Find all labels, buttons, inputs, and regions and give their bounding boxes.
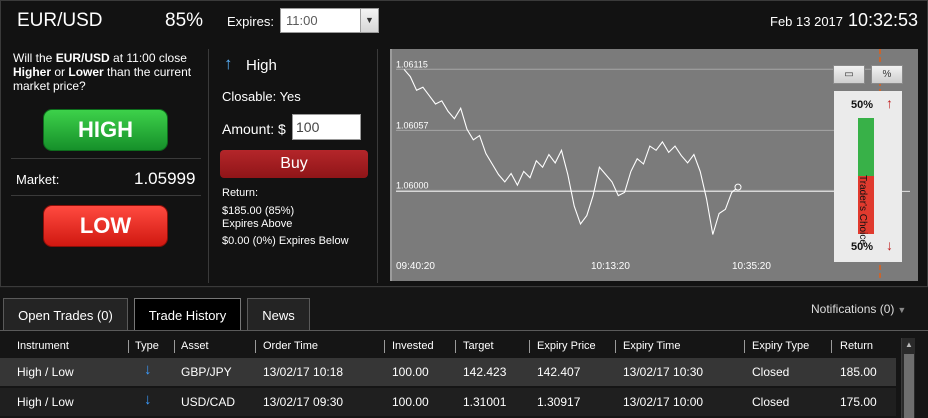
instrument-cell: High / Low: [17, 365, 74, 379]
column-separator: [255, 340, 256, 353]
target-cell: 142.423: [463, 365, 507, 379]
divider: [11, 158, 201, 159]
amount-input[interactable]: 100: [292, 114, 361, 140]
column-header: Expiry Type: [752, 340, 810, 352]
column-separator: [128, 340, 129, 353]
payout-percent: 85%: [165, 10, 204, 31]
column-header: Instrument: [17, 340, 69, 352]
low-button[interactable]: LOW: [43, 205, 168, 247]
return-above-text: Expires Above: [222, 218, 293, 230]
closable-status: Closable: Yes: [222, 89, 301, 104]
arrow-down-icon: ↓: [144, 361, 152, 378]
x-tick-label: 10:13:20: [591, 261, 630, 272]
return-below: $0.00 (0%) Expires Below: [222, 235, 349, 247]
tab-news[interactable]: News: [247, 298, 310, 331]
expiry-type-cell: Closed: [752, 395, 790, 409]
traders-choice-low-percent: 50%: [851, 241, 874, 253]
notifications-label: Notifications (0): [811, 302, 895, 316]
expiry-price-cell: 142.407: [537, 365, 581, 379]
x-tick-label: 09:40:20: [396, 261, 435, 272]
trading-panel: EUR/USD 85% Expires: 11:00 ▼ Feb 13 2017…: [0, 0, 928, 287]
x-tick-label: 10:35:20: [732, 261, 771, 272]
tab-trade-history[interactable]: Trade History: [134, 298, 241, 331]
expires-value: 11:00: [286, 13, 318, 28]
column-header: Expiry Time: [623, 340, 681, 352]
column-separator: [174, 340, 175, 353]
traders-choice-high-percent: 50%: [851, 99, 874, 111]
expiry-time-cell: 13/02/17 10:00: [623, 395, 704, 409]
return-label: Return:: [222, 187, 259, 199]
expiry-time-cell: 13/02/17 10:30: [623, 365, 704, 379]
table-row[interactable]: High / Low ↓ USD/CAD 13/02/17 09:30 100.…: [0, 388, 896, 416]
order-time-cell: 13/02/17 09:30: [263, 395, 344, 409]
column-separator: [529, 340, 530, 353]
market-price: 1.05999: [134, 169, 196, 188]
order-time-cell: 13/02/17 10:18: [263, 365, 344, 379]
return-above-value: $185.00 (85%): [222, 205, 295, 217]
column-header: Target: [463, 340, 494, 352]
trades-panel: Open Trades (0) Trade History News Notif…: [0, 288, 928, 418]
column-separator: [384, 340, 385, 353]
table-row[interactable]: High / Low ↓ GBP/JPY 13/02/17 10:18 100.…: [0, 358, 896, 386]
column-separator: [615, 340, 616, 353]
arrow-up-icon: ↑: [224, 54, 233, 73]
column-divider: [377, 49, 378, 283]
return-cell: 185.00: [840, 365, 877, 379]
table-border: [0, 330, 928, 331]
target-cell: 1.31001: [463, 395, 507, 409]
expiry-type-cell: Closed: [752, 365, 790, 379]
column-header: Asset: [181, 340, 209, 352]
market-label: Market:: [16, 172, 60, 187]
column-divider: [208, 49, 209, 283]
price-chart[interactable]: 1.06115 1.06057 1.06000 09:40:20 10:13:20 10:…: [390, 49, 918, 281]
column-separator: [831, 340, 832, 353]
column-header: Return: [840, 340, 874, 352]
asset-cell: GBP/JPY: [181, 365, 232, 379]
asset-name: EUR/USD: [17, 10, 103, 31]
notifications-button[interactable]: Notifications (0) ▼: [811, 302, 906, 316]
divider: [11, 195, 201, 196]
column-separator: [455, 340, 456, 353]
current-time: 10:32:53: [848, 10, 919, 30]
arrow-up-icon: ↑: [886, 95, 893, 111]
scrollbar[interactable]: ▲: [901, 338, 915, 418]
chevron-down-icon: ▼: [897, 305, 907, 315]
tab-open-trades[interactable]: Open Trades (0): [3, 298, 128, 331]
y-tick-label: 1.06057: [396, 120, 429, 130]
column-header: Invested: [392, 340, 434, 352]
return-cell: 175.00: [840, 395, 877, 409]
invested-cell: 100.00: [392, 395, 429, 409]
direction-label: High: [246, 57, 277, 74]
asset-cell: USD/CAD: [181, 395, 236, 409]
invested-cell: 100.00: [392, 365, 429, 379]
expires-label: Expires:: [227, 14, 274, 29]
table-header: Instrument Type Asset Order Time Investe…: [0, 338, 900, 356]
window-icon[interactable]: ▭: [833, 65, 865, 84]
high-button[interactable]: HIGH: [43, 109, 168, 151]
y-tick-label: 1.06115: [396, 59, 428, 69]
traders-choice-high-bar: [858, 118, 874, 176]
column-separator: [744, 340, 745, 353]
scroll-up-icon[interactable]: ▲: [902, 338, 916, 352]
expiry-price-cell: 1.30917: [537, 395, 581, 409]
arrow-down-icon: ↓: [886, 237, 893, 253]
column-header: Order Time: [263, 340, 319, 352]
current-date: Feb 13 2017: [770, 14, 844, 29]
buy-button[interactable]: Buy: [220, 150, 368, 178]
traders-choice-panel: 50% ↑ Trader's Choice 50% ↓: [834, 91, 902, 262]
y-tick-label: 1.06000: [396, 180, 429, 190]
column-header: Expiry Price: [537, 340, 596, 352]
column-header: Type: [135, 340, 159, 352]
percent-icon[interactable]: %: [871, 65, 903, 84]
current-price-marker: [734, 183, 742, 191]
expires-select[interactable]: 11:00 ▼: [280, 8, 379, 33]
trade-header: EUR/USD 85% Expires: 11:00 ▼ Feb 13 2017…: [1, 1, 928, 41]
instrument-cell: High / Low: [17, 395, 74, 409]
chevron-down-icon[interactable]: ▼: [360, 9, 378, 32]
arrow-down-icon: ↓: [144, 391, 152, 408]
price-line: [403, 68, 739, 235]
trade-question: Will the EUR/USD at 11:00 close Higher o…: [13, 51, 192, 93]
amount-label: Amount: $: [222, 121, 286, 137]
scrollbar-thumb[interactable]: [904, 354, 914, 418]
